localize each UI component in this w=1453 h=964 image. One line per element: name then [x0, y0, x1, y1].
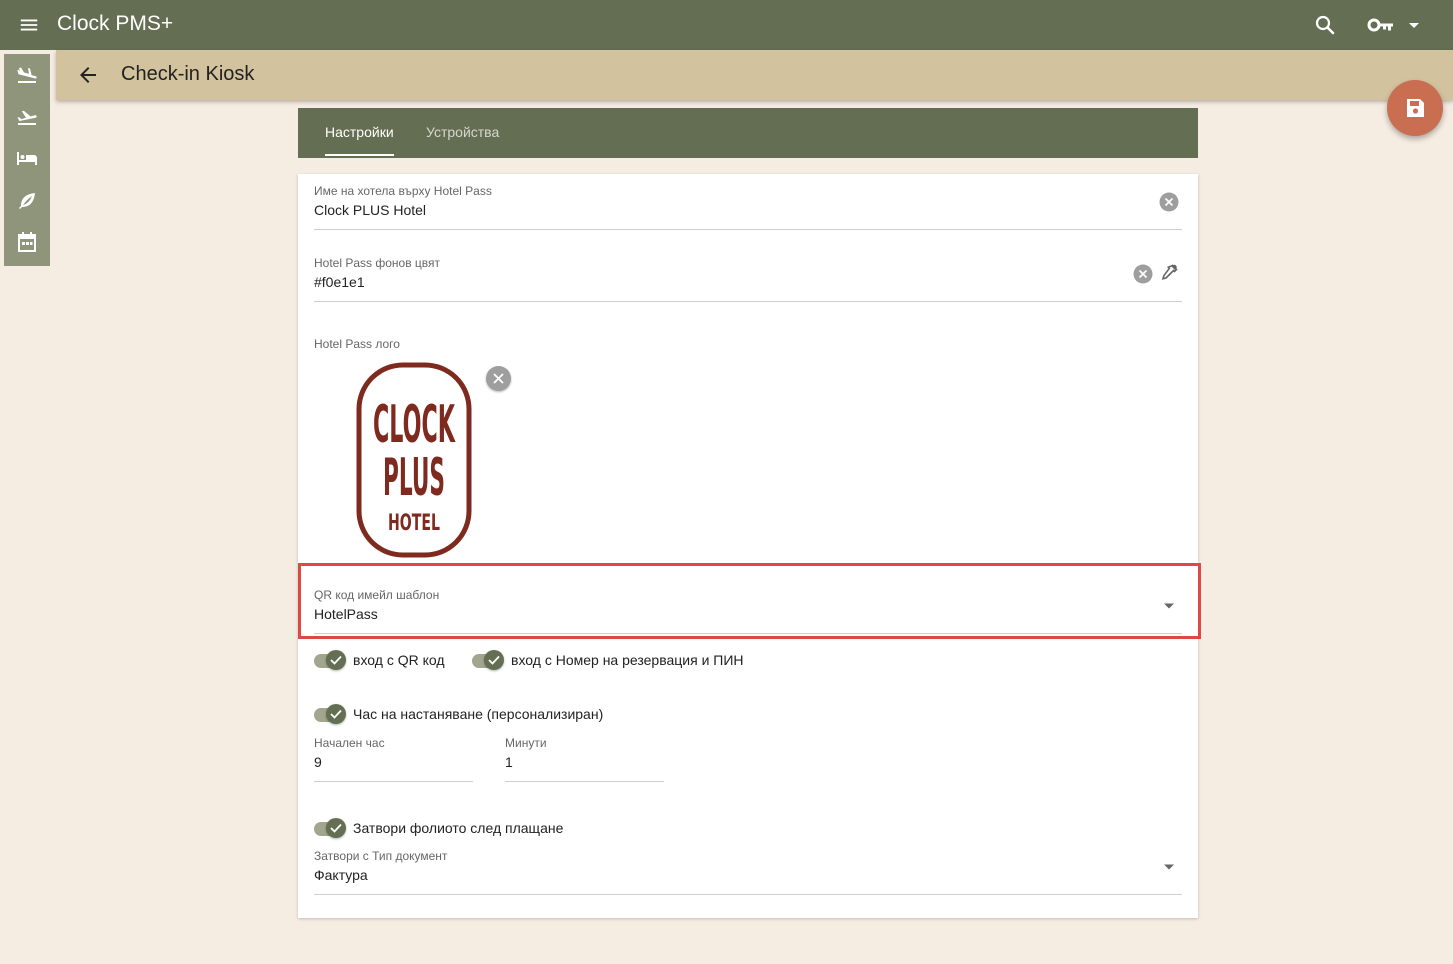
qr-login-label: вход с QR код [353, 652, 445, 668]
toggle-thumb [326, 704, 346, 724]
clear-circle-icon[interactable] [1159, 192, 1179, 212]
tab-devices[interactable]: Устройства [426, 124, 499, 140]
start-hour-value: 9 [314, 754, 322, 770]
settings-card: Име на хотела върху Hotel Pass Clock PLU… [298, 174, 1198, 918]
start-hour-label: Начален час [314, 736, 385, 750]
highlight-box [298, 563, 1201, 639]
check-icon [330, 709, 342, 719]
doc-type-label: Затвори с Тип документ [314, 849, 448, 863]
minutes-label: Минути [505, 736, 547, 750]
hotel-name-field[interactable]: Име на хотела върху Hotel Pass Clock PLU… [314, 184, 1182, 230]
save-icon [1407, 99, 1424, 117]
page-header: Check-in Kiosk [56, 50, 1453, 100]
toggle-thumb [484, 650, 504, 670]
start-hour-field[interactable]: Начален час 9 [314, 736, 473, 782]
doc-type-value: Фактура [314, 867, 368, 883]
chevron-down-icon[interactable] [1406, 16, 1422, 34]
bg-color-label: Hotel Pass фонов цвят [314, 256, 441, 270]
doc-type-select[interactable]: Затвори с Тип документ Фактура [314, 849, 1182, 895]
minutes-field[interactable]: Минути 1 [505, 736, 664, 782]
clear-circle-icon[interactable] [1133, 264, 1153, 284]
tab-indicator [325, 154, 394, 156]
hotel-logo-image: CLOCK PLUS HOTEL [356, 362, 472, 558]
save-button[interactable] [1387, 80, 1443, 136]
svg-text:PLUS: PLUS [383, 448, 445, 508]
field-underline [314, 781, 473, 782]
app-title: Clock PMS+ [57, 12, 174, 35]
hotel-name-value: Clock PLUS Hotel [314, 202, 427, 218]
check-icon [330, 823, 342, 833]
tab-settings[interactable]: Настройки [325, 124, 394, 140]
page-title: Check-in Kiosk [121, 63, 255, 85]
flight-takeoff-icon[interactable] [15, 104, 39, 128]
close-icon [493, 373, 504, 384]
top-toolbar: Clock PMS+ [0, 0, 1453, 50]
field-underline [505, 781, 664, 782]
arrival-time-toggle[interactable]: Час на настаняване (персонализиран) [314, 702, 614, 726]
qr-login-toggle[interactable]: вход с QR код [314, 648, 454, 672]
search-icon[interactable] [1313, 13, 1337, 37]
bed-icon[interactable] [15, 146, 39, 170]
tab-bar: Настройки Устройства [298, 108, 1198, 158]
calendar-icon[interactable] [15, 230, 39, 254]
arrow-back-icon[interactable] [76, 63, 100, 87]
eyedropper-icon[interactable] [1159, 263, 1179, 283]
flight-land-icon[interactable] [15, 62, 39, 86]
svg-text:CLOCK: CLOCK [373, 395, 456, 455]
key-icon[interactable] [1367, 13, 1395, 37]
side-navigation [4, 54, 50, 266]
remove-logo-button[interactable] [486, 366, 511, 391]
bg-color-value: #f0e1e1 [314, 274, 365, 290]
svg-text:HOTEL: HOTEL [388, 511, 440, 536]
field-underline [314, 894, 1182, 895]
logo-label: Hotel Pass лого [314, 337, 400, 351]
close-folio-toggle[interactable]: Затвори фолиото след плащане [314, 816, 594, 840]
field-underline [314, 301, 1182, 302]
res-pin-login-label: вход с Номер на резервация и ПИН [511, 652, 744, 668]
field-underline [314, 229, 1182, 230]
toggle-thumb [326, 650, 346, 670]
dropdown-arrow-icon[interactable] [1163, 863, 1175, 871]
close-folio-label: Затвори фолиото след плащане [353, 820, 564, 836]
arrival-time-label: Час на настаняване (персонализиран) [353, 706, 604, 722]
bg-color-field[interactable]: Hotel Pass фонов цвят #f0e1e1 [314, 256, 1182, 302]
minutes-value: 1 [505, 754, 513, 770]
eco-leaf-icon[interactable] [15, 188, 39, 212]
hotel-name-label: Име на хотела върху Hotel Pass [314, 184, 492, 198]
res-pin-login-toggle[interactable]: вход с Номер на резервация и ПИН [472, 648, 762, 672]
check-icon [330, 655, 342, 665]
toggle-thumb [326, 818, 346, 838]
check-icon [488, 655, 500, 665]
menu-icon[interactable] [18, 14, 40, 36]
